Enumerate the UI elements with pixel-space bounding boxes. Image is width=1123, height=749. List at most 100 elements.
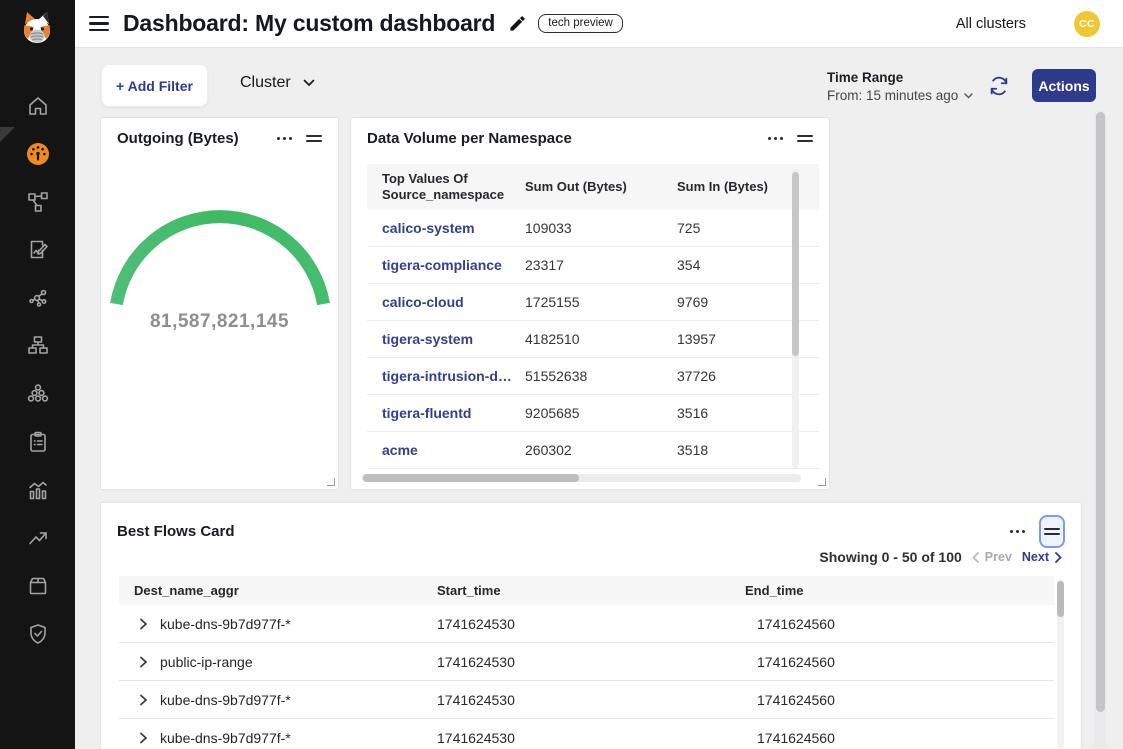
pagination-status: Showing 0 - 50 of 100 [819,549,961,565]
start-time-value: 1741624530 [419,616,729,632]
card-menu-icon[interactable] [1010,526,1025,537]
column-header: Sum Out (Bytes) [517,179,667,195]
end-time-value: 1741624560 [729,616,1054,632]
refresh-button[interactable] [987,75,1011,99]
refresh-icon [988,75,1010,97]
table-vertical-scrollbar [1057,579,1064,749]
card-menu-icon[interactable] [768,133,783,144]
add-filter-button[interactable]: + Add Filter [101,64,208,107]
actions-button[interactable]: Actions [1032,69,1096,102]
outgoing-bytes-card: Outgoing (Bytes) 81,587,821,145 [100,117,339,490]
menu-toggle-button[interactable] [89,16,109,32]
namespace-link[interactable]: tigera-system [367,331,517,347]
dashboard-gauge-icon [25,141,51,167]
trending-up-icon [26,526,50,550]
cluster-scope-selector[interactable]: All clusters [956,16,1026,32]
data-volume-table: Top Values Of Source_namespace Sum Out (… [367,164,819,469]
chevron-down-icon [303,79,315,87]
sum-out-value: 9205685 [517,405,667,421]
data-volume-card: Data Volume per Namespace Top Values Of … [350,117,830,490]
end-time-value: 1741624560 [729,692,1054,708]
chevron-down-icon [964,93,973,99]
namespace-link[interactable]: tigera-compliance [367,257,517,273]
scrollbar-thumb[interactable] [792,172,799,356]
card-resize-handle[interactable] [324,475,338,489]
user-avatar[interactable]: CC [1074,11,1100,37]
edit-dashboard-icon[interactable] [508,14,527,33]
dest-name-value: kube-dns-9b7d977f-* [160,730,291,746]
sidebar-item-packages[interactable] [0,562,75,610]
table-row[interactable]: kube-dns-9b7d977f-* 1741624530 174162456… [119,681,1054,719]
sum-out-value: 4182510 [517,331,667,347]
table-row: tigera-system 4182510 13957 [367,321,819,358]
card-drag-handle-focused[interactable] [1039,515,1065,548]
start-time-value: 1741624530 [419,730,729,746]
column-header: End_time [729,583,1054,598]
namespace-link[interactable]: calico-cloud [367,294,517,310]
scrollbar-thumb[interactable] [363,474,579,482]
sum-out-value: 260302 [517,442,667,458]
sum-out-value: 23317 [517,257,667,273]
calico-logo[interactable] [18,10,56,50]
prev-page-button[interactable]: Prev [972,550,1012,564]
start-time-value: 1741624530 [419,654,729,670]
table-row: acme 260302 3518 [367,432,819,469]
sidebar-item-network-topology[interactable] [0,322,75,370]
chevron-right-icon [1055,552,1062,563]
sidebar-item-dashboards[interactable] [0,130,75,178]
sidebar-item-security[interactable] [0,610,75,658]
page-title: Dashboard: My custom dashboard [123,10,495,37]
cluster-dropdown-label: Cluster [240,74,291,92]
best-flows-table: Dest_name_aggr Start_time End_time kube-… [119,576,1054,749]
card-drag-handle-icon[interactable] [797,132,813,146]
scrollbar-thumb[interactable] [1057,581,1064,617]
expand-row-chevron-icon[interactable] [139,618,148,630]
start-time-value: 1741624530 [419,692,729,708]
sitemap-icon [26,334,50,358]
card-resize-handle[interactable] [815,475,829,489]
table-header-row: Top Values Of Source_namespace Sum Out (… [367,164,819,210]
card-drag-handle-icon [1044,528,1060,536]
sidebar-item-endpoints[interactable] [0,370,75,418]
namespace-link[interactable]: tigera-fluentd [367,405,517,421]
sidebar-item-trends[interactable] [0,514,75,562]
sidebar-item-reports[interactable] [0,226,75,274]
sidebar-item-statistics[interactable] [0,466,75,514]
time-range-control: Time Range From: 15 minutes ago [827,70,973,103]
table-vertical-scrollbar [792,169,799,468]
cluster-dropdown[interactable]: Cluster [240,74,315,92]
sidebar-item-threat-feeds[interactable] [0,274,75,322]
sidebar-item-home[interactable] [0,82,75,130]
expand-row-chevron-icon[interactable] [139,732,148,744]
expand-row-chevron-icon[interactable] [139,656,148,668]
column-header: Dest_name_aggr [119,583,419,598]
end-time-value: 1741624560 [729,730,1054,746]
table-row: tigera-intrusion-d… 51552638 37726 [367,358,819,395]
sidebar-item-compliance[interactable] [0,418,75,466]
home-icon [26,94,50,118]
card-menu-icon[interactable] [277,133,292,144]
table-row[interactable]: public-ip-range 1741624530 1741624560 [119,643,1054,681]
next-page-button[interactable]: Next [1022,550,1062,564]
time-range-value[interactable]: From: 15 minutes ago [827,88,973,103]
sidebar-item-service-graph[interactable] [0,178,75,226]
sum-out-value: 109033 [517,220,667,236]
namespace-link[interactable]: acme [367,442,517,458]
app-root: Dashboard: My custom dashboard tech prev… [0,0,1123,749]
table-row[interactable]: kube-dns-9b7d977f-* 1741624530 174162456… [119,719,1054,749]
column-header: Top Values Of Source_namespace [367,171,517,204]
shield-check-icon [26,622,50,646]
molecule-icon [26,286,50,310]
best-flows-card: Best Flows Card Showing 0 - 50 of 100 Pr… [100,502,1082,749]
expand-row-chevron-icon[interactable] [139,694,148,706]
table-row[interactable]: kube-dns-9b7d977f-* 1741624530 174162456… [119,605,1054,643]
table-body: calico-system 109033 725 tigera-complian… [367,210,819,469]
tech-preview-badge: tech preview [538,14,623,33]
table-horizontal-scrollbar [361,474,801,482]
table-row: calico-system 109033 725 [367,210,819,247]
card-drag-handle-icon[interactable] [306,132,322,146]
clipboard-icon [26,430,50,454]
namespace-link[interactable]: calico-system [367,220,517,236]
namespace-link[interactable]: tigera-intrusion-d… [367,368,517,384]
page-scrollbar-thumb[interactable] [1096,112,1105,712]
